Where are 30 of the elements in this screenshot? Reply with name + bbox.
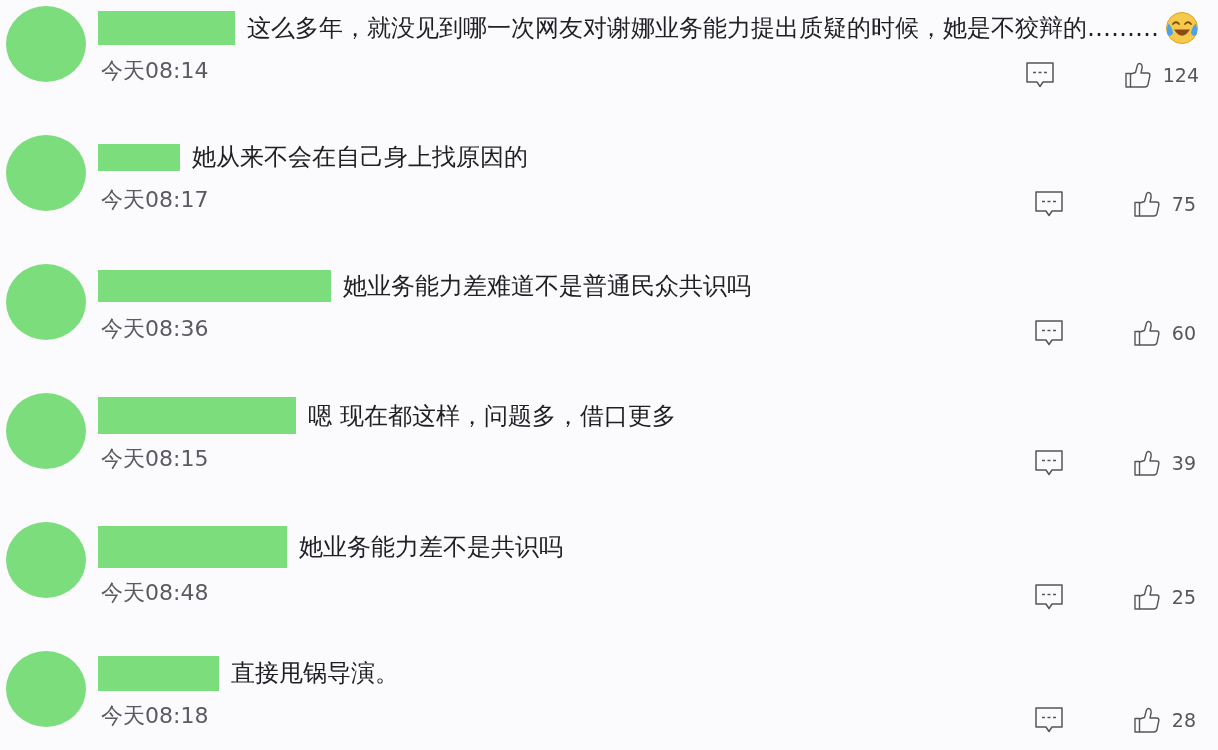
comment-text: 直接甩锅导演。	[231, 658, 399, 688]
comment-time: 今天08:36	[100, 316, 209, 342]
comment-text: 她业务能力差难道不是普通民众共识吗	[343, 271, 751, 301]
like-count: 39	[1171, 451, 1196, 475]
like-count: 25	[1171, 585, 1196, 609]
thumbs-up-icon[interactable]	[1133, 450, 1160, 476]
speech-bubble-icon[interactable]	[1034, 191, 1063, 217]
thumbs-up-icon[interactable]	[1133, 707, 1160, 733]
comment-text: 这么多年，就没见到哪一次网友对谢娜业务能力提出质疑的时候，她是不狡辩的………	[247, 13, 1159, 43]
speech-bubble-icon[interactable]	[1034, 707, 1063, 733]
comment-time: 今天08:18	[100, 703, 209, 729]
thumbs-up-icon[interactable]	[1133, 320, 1160, 346]
like-count: 124	[1162, 63, 1199, 87]
comment-time: 今天08:17	[100, 187, 209, 213]
thumbs-up-icon[interactable]	[1133, 191, 1160, 217]
thumbs-up-icon[interactable]	[1124, 62, 1151, 88]
comment-time: 今天08:14	[100, 58, 209, 84]
speech-bubble-icon[interactable]	[1025, 62, 1054, 88]
comment-time: 今天08:48	[100, 580, 209, 606]
comment-time: 今天08:15	[100, 446, 209, 472]
like-count: 75	[1171, 192, 1196, 216]
comment-text: 嗯 现在都这样，问题多，借口更多	[308, 400, 676, 431]
thumbs-up-icon[interactable]	[1133, 584, 1160, 610]
speech-bubble-icon[interactable]	[1034, 450, 1063, 476]
speech-bubble-icon[interactable]	[1034, 320, 1063, 346]
speech-bubble-icon[interactable]	[1034, 584, 1063, 610]
like-count: 28	[1171, 708, 1196, 732]
comment-text: 她从来不会在自己身上找原因的	[192, 142, 528, 172]
comment-text: 她业务能力差不是共识吗	[299, 532, 563, 562]
like-count: 60	[1171, 321, 1196, 345]
